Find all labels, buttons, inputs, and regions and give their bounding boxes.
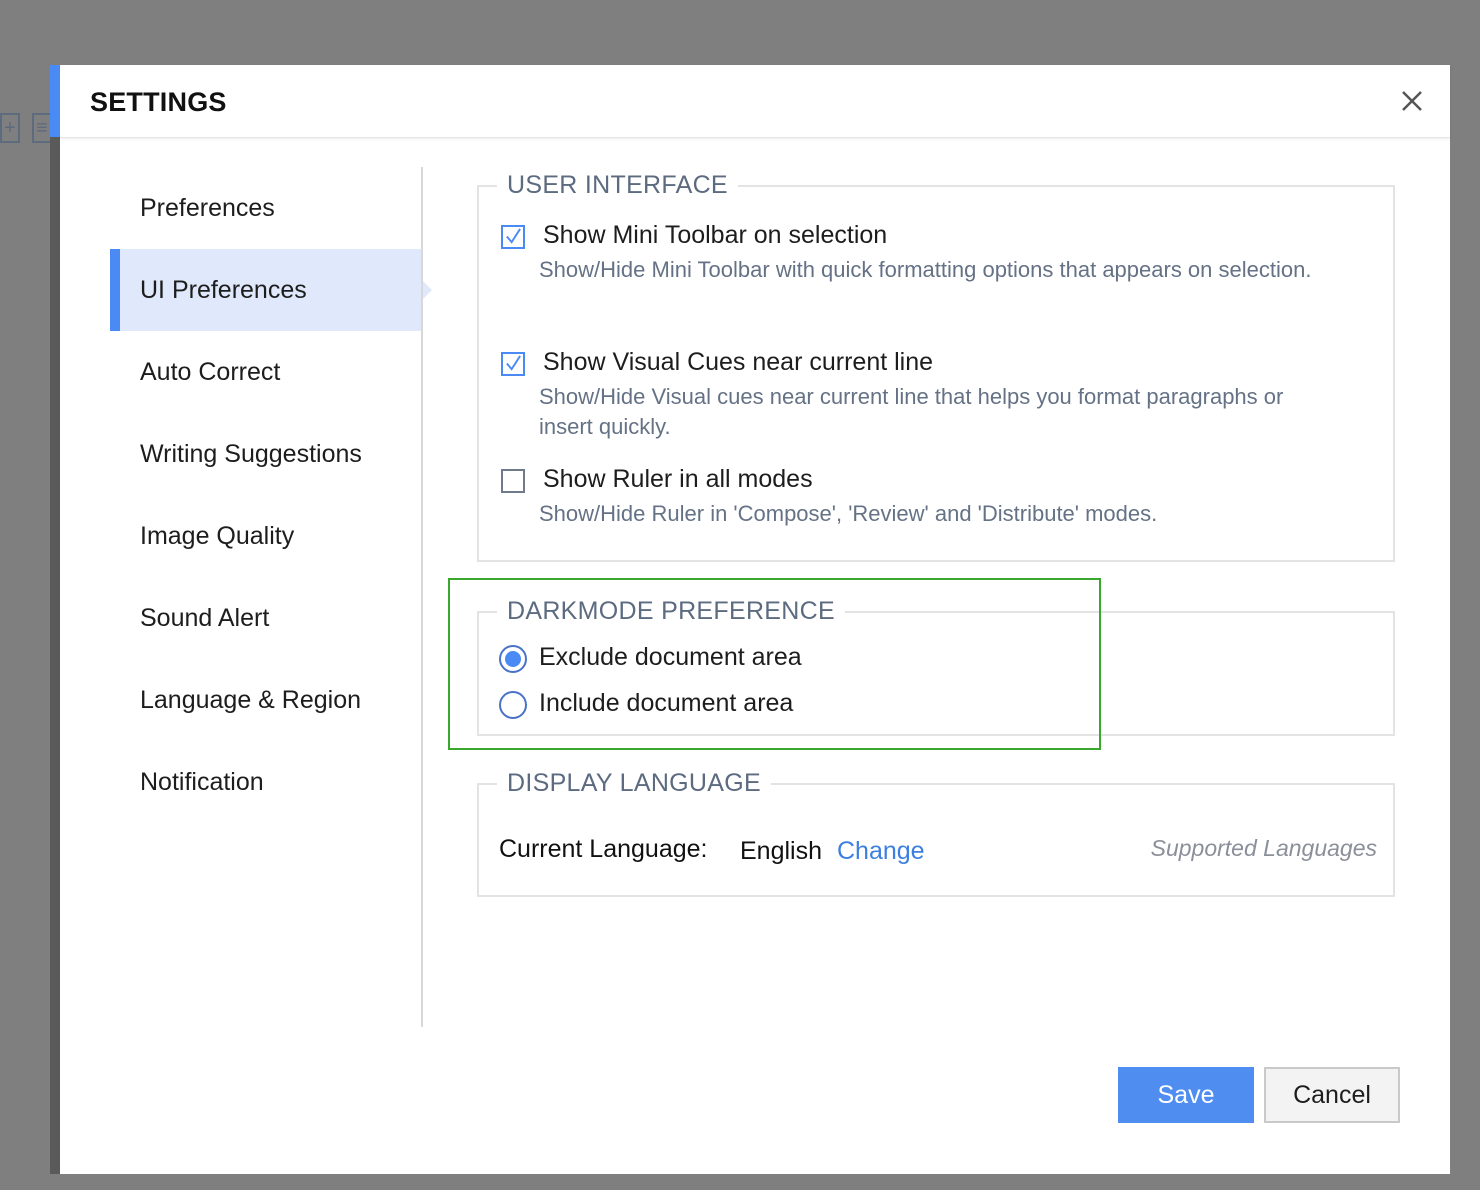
check-icon: [506, 228, 521, 244]
close-button[interactable]: [1396, 85, 1428, 117]
sidebar-item-notification[interactable]: Notification: [110, 741, 422, 823]
sidebar-item-image-quality[interactable]: Image Quality: [110, 495, 422, 577]
sidebar-item-sound-alert[interactable]: Sound Alert: [110, 577, 422, 659]
save-button[interactable]: Save: [1118, 1067, 1254, 1123]
include-document-radio[interactable]: [499, 691, 527, 719]
sidebar-item-label: Preferences: [140, 193, 275, 222]
sidebar-item-label: Sound Alert: [140, 603, 270, 632]
section-title: DARKMODE PREFERENCE: [497, 595, 845, 627]
background-toolbar: + ≡: [0, 113, 52, 143]
sidebar-item-label: Language & Region: [140, 685, 362, 714]
list-icon: ≡: [32, 113, 52, 143]
sidebar-item-label: UI Preferences: [140, 275, 307, 304]
sidebar-item-label: Auto Correct: [140, 357, 281, 386]
section-title: DISPLAY LANGUAGE: [497, 767, 771, 799]
sidebar-item-label: Image Quality: [140, 521, 295, 550]
supported-languages-link[interactable]: Supported Languages: [1151, 835, 1377, 862]
modal-shadow: [50, 65, 60, 1174]
dialog-title: SETTINGS: [90, 87, 227, 117]
display-language-section: DISPLAY LANGUAGE Current Language: Engli…: [477, 767, 1395, 897]
sidebar-item-language-region[interactable]: Language & Region: [110, 659, 422, 741]
current-language-label: Current Language:: [499, 835, 708, 863]
sidebar-divider: [421, 167, 423, 1027]
settings-sidebar: Preferences UI Preferences Auto Correct …: [110, 167, 432, 823]
sidebar-item-preferences[interactable]: Preferences: [110, 167, 422, 249]
close-icon: [1402, 91, 1422, 111]
radio-label: Include document area: [539, 689, 794, 717]
user-interface-section: USER INTERFACE Show Mini Toolbar on sele…: [477, 169, 1395, 562]
sidebar-item-label: Writing Suggestions: [140, 439, 362, 468]
radio-label: Exclude document area: [539, 643, 802, 671]
current-language-row: Current Language: English Change Support…: [499, 835, 1377, 869]
add-icon: +: [0, 113, 20, 143]
sidebar-item-auto-correct[interactable]: Auto Correct: [110, 331, 422, 413]
settings-dialog: SETTINGS Preferences UI Preferences Auto…: [50, 65, 1450, 1174]
current-language-value: English: [740, 837, 822, 865]
exclude-document-radio[interactable]: [499, 645, 527, 673]
ruler-checkbox[interactable]: [501, 469, 525, 493]
mini-toolbar-checkbox[interactable]: [501, 225, 525, 249]
option-description: Show/Hide Visual cues near current line …: [539, 384, 1284, 439]
darkmode-section: DARKMODE PREFERENCE Exclude document are…: [477, 595, 1395, 736]
sidebar-item-ui-preferences[interactable]: UI Preferences: [110, 249, 432, 331]
option-description: Show/Hide Ruler in 'Compose', 'Review' a…: [539, 501, 1158, 526]
cancel-button[interactable]: Cancel: [1264, 1067, 1400, 1123]
option-label: Show Visual Cues near current line: [543, 348, 934, 376]
header-accent-bar: [50, 65, 60, 137]
visual-cues-checkbox[interactable]: [501, 352, 525, 376]
option-description: Show/Hide Mini Toolbar with quick format…: [539, 257, 1312, 282]
change-language-link[interactable]: Change: [837, 837, 925, 866]
dialog-header: SETTINGS: [50, 65, 1450, 138]
option-label: Show Ruler in all modes: [543, 465, 813, 493]
sidebar-item-label: Notification: [140, 767, 264, 796]
sidebar-item-writing-suggestions[interactable]: Writing Suggestions: [110, 413, 422, 495]
check-icon: [506, 355, 521, 371]
section-title: USER INTERFACE: [497, 169, 738, 201]
option-label: Show Mini Toolbar on selection: [543, 221, 888, 249]
